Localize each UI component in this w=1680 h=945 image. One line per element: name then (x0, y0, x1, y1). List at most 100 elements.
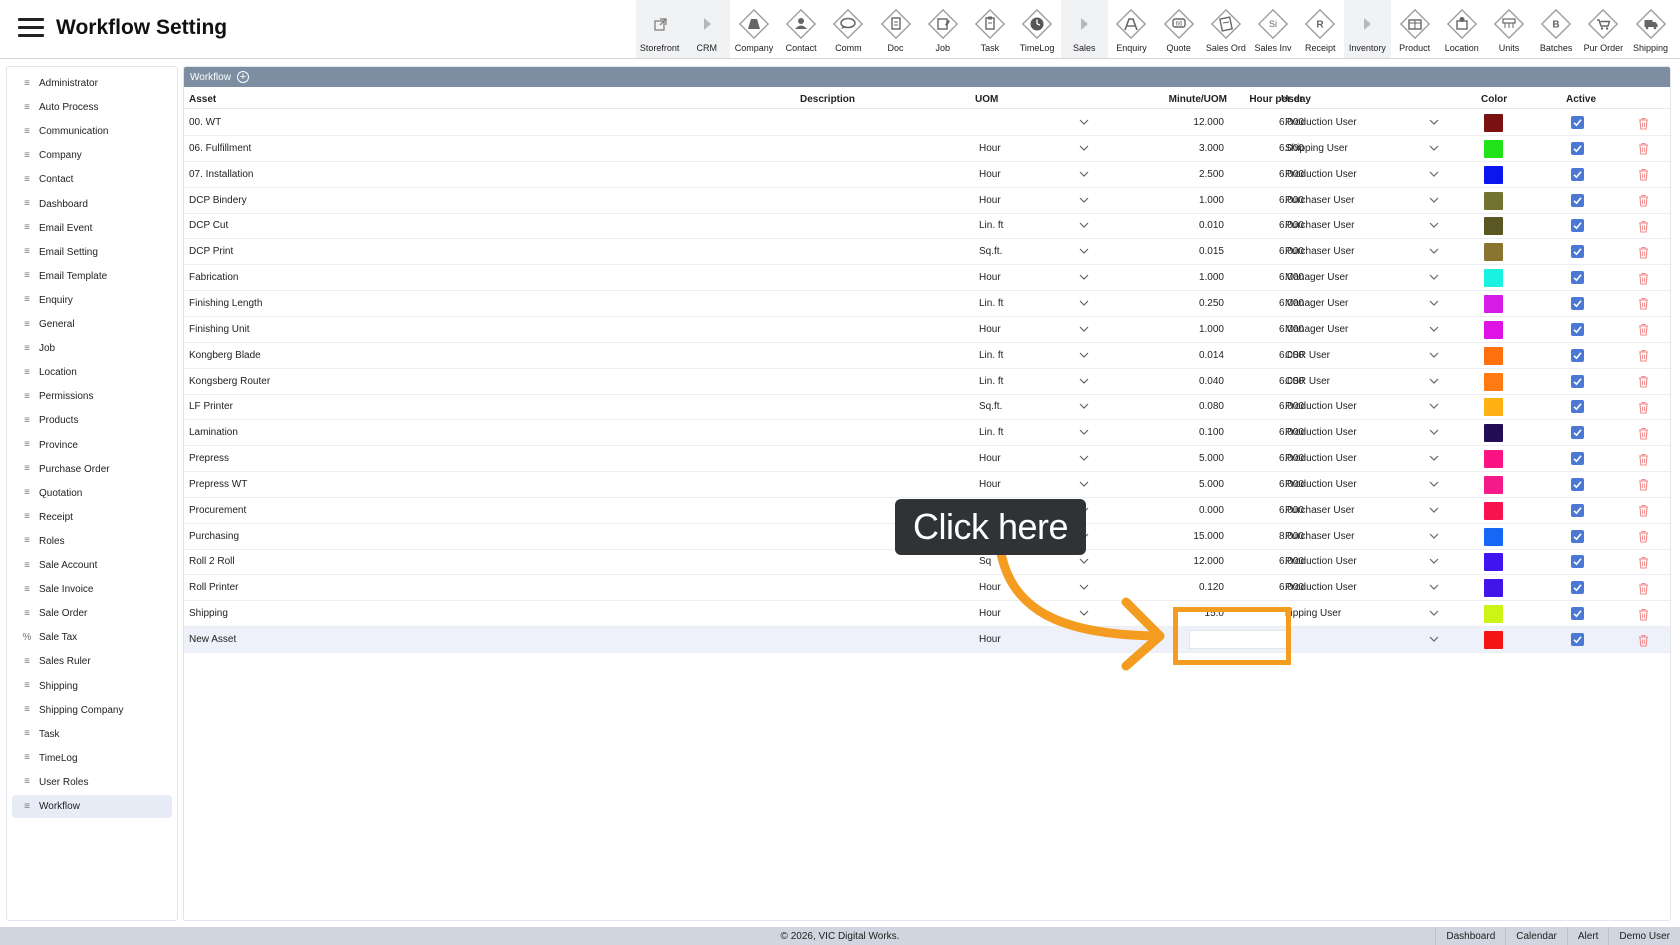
uom-dropdown-chevron-down-icon[interactable] (1077, 394, 1091, 419)
user-cell[interactable]: CSR User (1285, 369, 1330, 394)
uom-dropdown-chevron-down-icon[interactable] (1077, 239, 1091, 264)
delete-trash-icon[interactable] (1636, 580, 1650, 596)
user-dropdown-chevron-down-icon[interactable] (1427, 575, 1441, 600)
sidebar-item-email-template[interactable]: ≡ Email Template (12, 265, 172, 288)
asset-cell[interactable]: LF Printer (189, 394, 233, 419)
asset-cell[interactable]: Finishing Length (189, 291, 262, 316)
toolbar-enquiry-button[interactable]: Enquiry (1108, 0, 1155, 58)
sidebar-item-roles[interactable]: ≡ Roles (12, 530, 172, 553)
toolbar-timelog-button[interactable]: TimeLog (1014, 0, 1061, 58)
sidebar-item-sales-ruler[interactable]: ≡ Sales Ruler (12, 650, 172, 673)
uom-dropdown-chevron-down-icon[interactable] (1077, 213, 1091, 238)
uom-dropdown-chevron-down-icon[interactable] (1077, 291, 1091, 316)
uom-cell[interactable]: Hour (979, 317, 1001, 342)
user-dropdown-chevron-down-icon[interactable] (1427, 110, 1441, 135)
user-dropdown-chevron-down-icon[interactable] (1427, 343, 1441, 368)
active-checkbox[interactable] (1571, 529, 1584, 543)
user-dropdown-chevron-down-icon[interactable] (1427, 188, 1441, 213)
sidebar-item-products[interactable]: ≡ Products (12, 409, 172, 432)
asset-cell[interactable]: Prepress (189, 446, 229, 471)
delete-trash-icon[interactable] (1636, 503, 1650, 519)
color-swatch[interactable] (1484, 346, 1503, 365)
uom-cell[interactable]: Lin. ft (979, 343, 1003, 368)
toolbar-batches-button[interactable]: B Batches (1533, 0, 1580, 58)
color-swatch[interactable] (1484, 372, 1503, 391)
user-dropdown-chevron-down-icon[interactable] (1427, 549, 1441, 574)
active-checkbox[interactable] (1571, 322, 1584, 336)
sidebar-item-shipping-company[interactable]: ≡ Shipping Company (12, 699, 172, 722)
uom-cell[interactable]: Lin. ft (979, 291, 1003, 316)
user-cell[interactable]: Manager User (1285, 291, 1348, 316)
color-swatch[interactable] (1484, 501, 1503, 520)
delete-trash-icon[interactable] (1636, 374, 1650, 390)
toolbar-comm-button[interactable]: Comm (825, 0, 872, 58)
sidebar-item-permissions[interactable]: ≡ Permissions (12, 385, 172, 408)
delete-trash-icon[interactable] (1636, 348, 1650, 364)
sidebar-item-email-setting[interactable]: ≡ Email Setting (12, 241, 172, 264)
delete-trash-icon[interactable] (1636, 477, 1650, 493)
uom-cell[interactable]: Sq.ft. (979, 394, 1002, 419)
color-swatch[interactable] (1484, 398, 1503, 417)
user-dropdown-chevron-down-icon[interactable] (1427, 601, 1441, 626)
plus-circle-icon[interactable]: + (236, 71, 249, 83)
toolbar-shipping-button[interactable]: Shipping (1627, 0, 1674, 58)
user-dropdown-chevron-down-icon[interactable] (1427, 317, 1441, 342)
uom-cell[interactable]: Hour (979, 188, 1001, 213)
user-cell[interactable]: Production User (1285, 446, 1357, 471)
user-cell[interactable]: Purchaser User (1285, 239, 1354, 264)
active-checkbox[interactable] (1571, 219, 1584, 233)
footer-link-calendar[interactable]: Calendar (1505, 927, 1567, 945)
table-row[interactable]: Finishing Unit Hour 1.000 6.000 Manager User (184, 317, 1670, 343)
delete-trash-icon[interactable] (1636, 606, 1650, 622)
uom-dropdown-chevron-down-icon[interactable] (1077, 317, 1091, 342)
active-checkbox[interactable] (1571, 271, 1584, 285)
table-row[interactable]: Kongberg Blade Lin. ft 0.014 6.000 CSR User (184, 343, 1670, 369)
asset-cell[interactable]: New Asset (189, 627, 236, 652)
user-cell[interactable]: Purchaser User (1285, 213, 1354, 238)
sidebar-item-task[interactable]: ≡ Task (12, 723, 172, 746)
toolbar-storefront-button[interactable]: Storefront (636, 0, 684, 58)
sidebar-item-quotation[interactable]: ≡ Quotation (12, 482, 172, 505)
sidebar-item-sale-account[interactable]: ≡ Sale Account (12, 554, 172, 577)
delete-trash-icon[interactable] (1636, 554, 1650, 570)
color-swatch[interactable] (1484, 217, 1503, 236)
asset-cell[interactable]: Lamination (189, 420, 238, 445)
sidebar-item-enquiry[interactable]: ≡ Enquiry (12, 289, 172, 312)
toolbar-receipt-button[interactable]: R Receipt (1297, 0, 1344, 58)
sidebar-item-dashboard[interactable]: ≡ Dashboard (12, 193, 172, 216)
toolbar-doc-button[interactable]: Doc (872, 0, 919, 58)
uom-cell[interactable]: Hour (979, 136, 1001, 161)
sidebar-item-user-roles[interactable]: ≡ User Roles (12, 771, 172, 794)
user-cell[interactable]: Production User (1285, 575, 1357, 600)
sidebar-item-shipping[interactable]: ≡ Shipping (12, 675, 172, 698)
sidebar-item-province[interactable]: ≡ Province (12, 434, 172, 457)
sidebar-item-contact[interactable]: ≡ Contact (12, 168, 172, 191)
delete-trash-icon[interactable] (1636, 425, 1650, 441)
color-swatch[interactable] (1484, 243, 1503, 262)
table-row[interactable]: 07. Installation Hour 2.500 6.000 Production… (184, 162, 1670, 188)
uom-dropdown-chevron-down-icon[interactable] (1077, 188, 1091, 213)
active-checkbox[interactable] (1571, 555, 1584, 569)
toolbar-units-button[interactable]: Units (1485, 0, 1532, 58)
user-dropdown-chevron-down-icon[interactable] (1427, 472, 1441, 497)
sidebar-item-administrator[interactable]: ≡ Administrator (12, 72, 172, 95)
user-dropdown-chevron-down-icon[interactable] (1427, 265, 1441, 290)
user-cell[interactable]: hipping User (1285, 601, 1341, 626)
sidebar-item-job[interactable]: ≡ Job (12, 337, 172, 360)
table-row[interactable]: DCP Bindery Hour 1.000 6.000 Purchaser User (184, 188, 1670, 214)
uom-dropdown-chevron-down-icon[interactable] (1077, 420, 1091, 445)
asset-cell[interactable]: Finishing Unit (189, 317, 250, 342)
table-row[interactable]: DCP Print Sq.ft. 0.015 6.000 Purchaser User (184, 239, 1670, 266)
sidebar-item-email-event[interactable]: ≡ Email Event (12, 217, 172, 240)
color-swatch[interactable] (1484, 294, 1503, 313)
active-checkbox[interactable] (1571, 141, 1584, 155)
color-swatch[interactable] (1484, 450, 1503, 469)
delete-trash-icon[interactable] (1636, 632, 1650, 648)
active-checkbox[interactable] (1571, 503, 1584, 517)
active-checkbox[interactable] (1571, 426, 1584, 440)
toolbar-sales-ord-button[interactable]: Sales Ord (1202, 0, 1249, 58)
active-checkbox[interactable] (1571, 348, 1584, 362)
sidebar-item-workflow[interactable]: ≡ Workflow (12, 795, 172, 818)
user-dropdown-chevron-down-icon[interactable] (1427, 446, 1441, 471)
uom-cell[interactable]: Hour (979, 162, 1001, 187)
